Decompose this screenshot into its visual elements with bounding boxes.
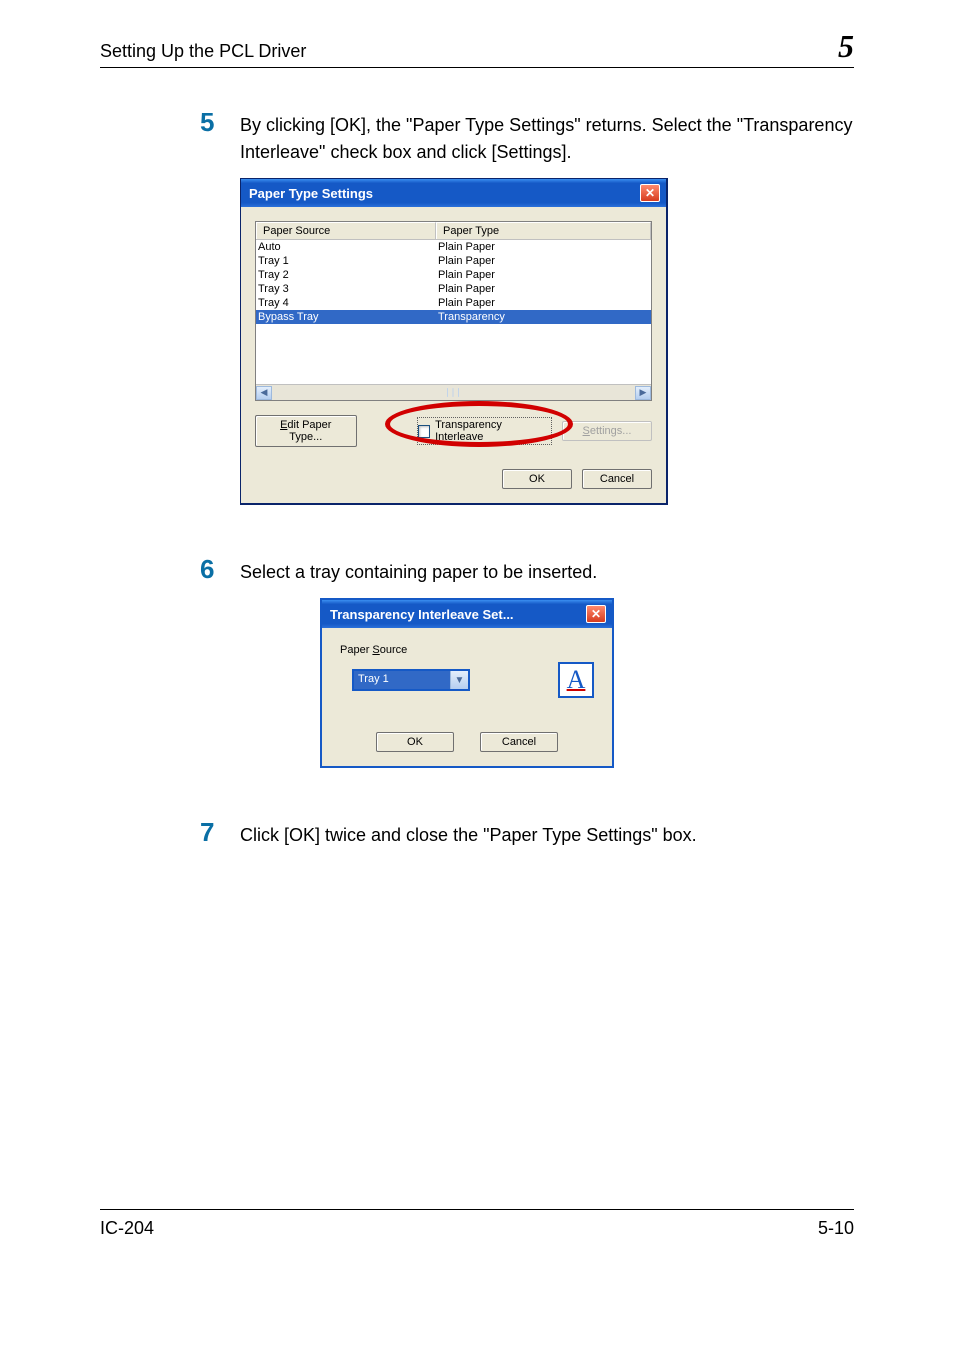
- cell-type: Plain Paper: [436, 268, 651, 282]
- step-text: By clicking [OK], the "Paper Type Settin…: [240, 108, 854, 166]
- step-5: 5 By clicking [OK], the "Paper Type Sett…: [100, 108, 854, 166]
- step-number: 6: [200, 555, 240, 586]
- cell-source: Tray 4: [256, 296, 436, 310]
- ok-button[interactable]: OK: [502, 469, 572, 489]
- column-header-source[interactable]: Paper Source: [256, 222, 436, 239]
- scroll-track[interactable]: ∣∣∣: [272, 387, 635, 398]
- checkbox-icon[interactable]: [418, 425, 431, 438]
- step-7: 7 Click [OK] twice and close the "Paper …: [100, 818, 854, 849]
- transparency-interleave-checkbox[interactable]: Transparency Interleave: [417, 417, 552, 445]
- cell-type: Plain Paper: [436, 240, 651, 254]
- footer-left: IC-204: [100, 1218, 154, 1239]
- paper-source-label: Paper Source: [340, 644, 594, 656]
- cell-type: Transparency: [436, 310, 651, 324]
- table-row[interactable]: Tray 3Plain Paper: [256, 282, 651, 296]
- ok-button[interactable]: OK: [376, 732, 454, 752]
- chevron-down-icon[interactable]: ▼: [450, 671, 468, 689]
- step-number: 5: [200, 108, 240, 166]
- combo-value: Tray 1: [354, 671, 450, 689]
- paper-type-settings-dialog: Paper Type Settings ✕ Paper Source Paper…: [240, 178, 668, 505]
- edit-paper-type-button[interactable]: Edit Paper Type...: [255, 415, 357, 447]
- close-icon[interactable]: ✕: [586, 605, 606, 623]
- dialog-titlebar: Paper Type Settings ✕: [241, 179, 666, 207]
- listview-header-row: Paper Source Paper Type: [256, 222, 651, 240]
- cell-source: Bypass Tray: [256, 310, 436, 324]
- step-text: Select a tray containing paper to be ins…: [240, 555, 597, 586]
- cell-source: Tray 3: [256, 282, 436, 296]
- cell-type: Plain Paper: [436, 296, 651, 310]
- dialog-title: Paper Type Settings: [249, 186, 373, 201]
- paper-icon: A: [558, 662, 594, 698]
- column-header-type[interactable]: Paper Type: [436, 222, 651, 239]
- page-footer: IC-204 5-10: [100, 1209, 854, 1239]
- settings-button: Settings...: [562, 421, 652, 441]
- checkbox-label: Transparency Interleave: [435, 419, 548, 443]
- close-icon[interactable]: ✕: [640, 184, 660, 202]
- step-text: Click [OK] twice and close the "Paper Ty…: [240, 818, 697, 849]
- paper-type-listview[interactable]: Paper Source Paper Type AutoPlain PaperT…: [255, 221, 652, 401]
- step-6: 6 Select a tray containing paper to be i…: [100, 555, 854, 586]
- table-row[interactable]: AutoPlain Paper: [256, 240, 651, 254]
- cell-source: Tray 2: [256, 268, 436, 282]
- dialog-title: Transparency Interleave Set...: [330, 607, 514, 622]
- cell-type: Plain Paper: [436, 282, 651, 296]
- paper-source-combobox[interactable]: Tray 1 ▼: [352, 669, 470, 691]
- transparency-interleave-dialog: Transparency Interleave Set... ✕ Paper S…: [320, 598, 614, 768]
- table-row[interactable]: Tray 1Plain Paper: [256, 254, 651, 268]
- scroll-right-icon[interactable]: ▶: [635, 386, 651, 400]
- scroll-left-icon[interactable]: ◀: [256, 386, 272, 400]
- page-header: Setting Up the PCL Driver 5: [100, 28, 854, 68]
- cancel-button[interactable]: Cancel: [582, 469, 652, 489]
- table-row[interactable]: Tray 4Plain Paper: [256, 296, 651, 310]
- cell-type: Plain Paper: [436, 254, 651, 268]
- footer-right: 5-10: [818, 1218, 854, 1239]
- header-title: Setting Up the PCL Driver: [100, 41, 306, 62]
- cell-source: Auto: [256, 240, 436, 254]
- dialog-titlebar: Transparency Interleave Set... ✕: [322, 600, 612, 628]
- table-row[interactable]: Tray 2Plain Paper: [256, 268, 651, 282]
- cell-source: Tray 1: [256, 254, 436, 268]
- chapter-number: 5: [838, 28, 854, 65]
- cancel-button[interactable]: Cancel: [480, 732, 558, 752]
- step-number: 7: [200, 818, 240, 849]
- table-row[interactable]: Bypass TrayTransparency: [256, 310, 651, 324]
- horizontal-scrollbar[interactable]: ◀ ∣∣∣ ▶: [256, 384, 651, 400]
